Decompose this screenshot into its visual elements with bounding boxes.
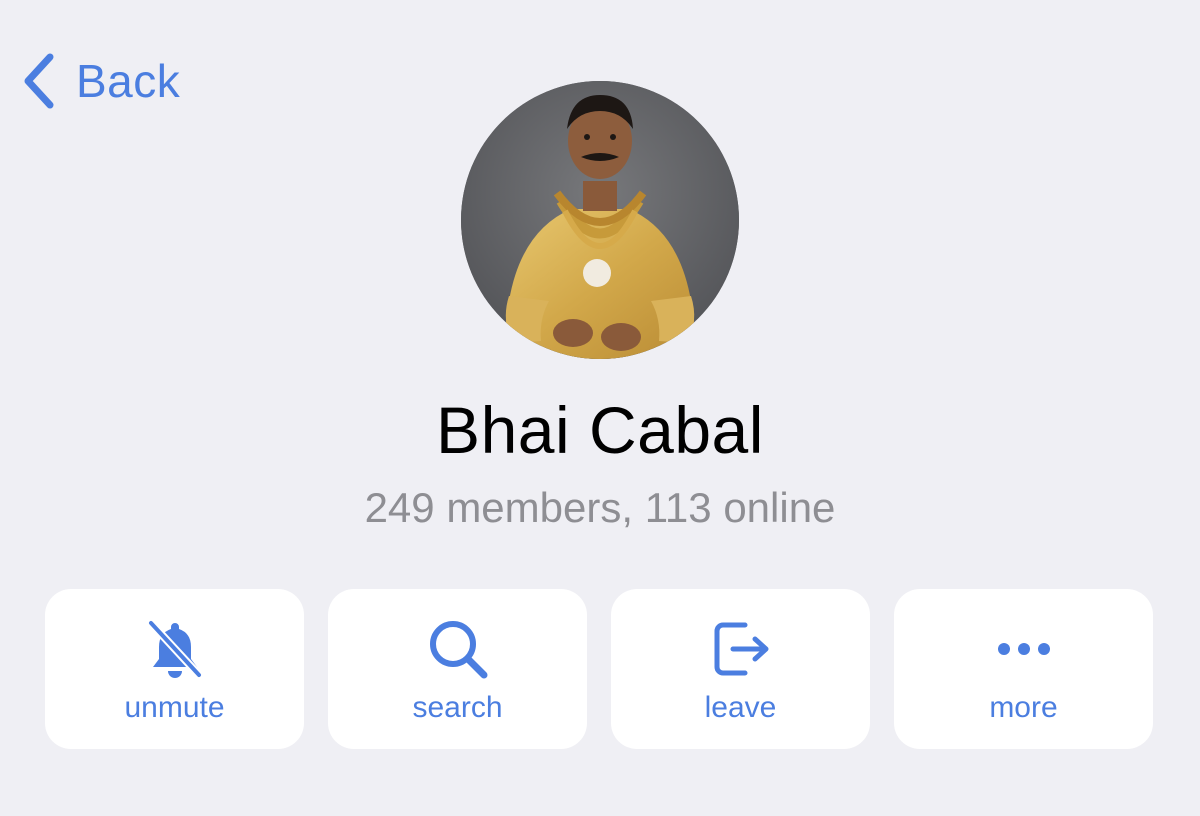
unmute-label: unmute — [124, 691, 225, 724]
search-button[interactable]: search — [328, 589, 587, 749]
action-bar: unmute search leave more — [45, 589, 1153, 749]
back-label: Back — [76, 55, 181, 107]
group-name: Bhai Cabal — [436, 393, 764, 467]
unmute-button[interactable]: unmute — [45, 589, 304, 749]
leave-label: leave — [704, 691, 777, 724]
exit-icon — [709, 617, 773, 681]
more-button[interactable]: more — [894, 589, 1153, 749]
more-label: more — [989, 691, 1058, 724]
bell-slash-icon — [143, 617, 207, 681]
ellipsis-icon — [992, 617, 1056, 681]
member-status: 249 members, 113 online — [364, 484, 836, 531]
back-button[interactable]: Back — [20, 50, 180, 112]
magnifier-icon — [426, 617, 490, 681]
avatar-photo — [461, 81, 739, 359]
leave-button[interactable]: leave — [611, 589, 870, 749]
search-label: search — [412, 691, 503, 724]
chevron-left-icon — [24, 53, 54, 109]
group-avatar[interactable] — [461, 81, 739, 359]
